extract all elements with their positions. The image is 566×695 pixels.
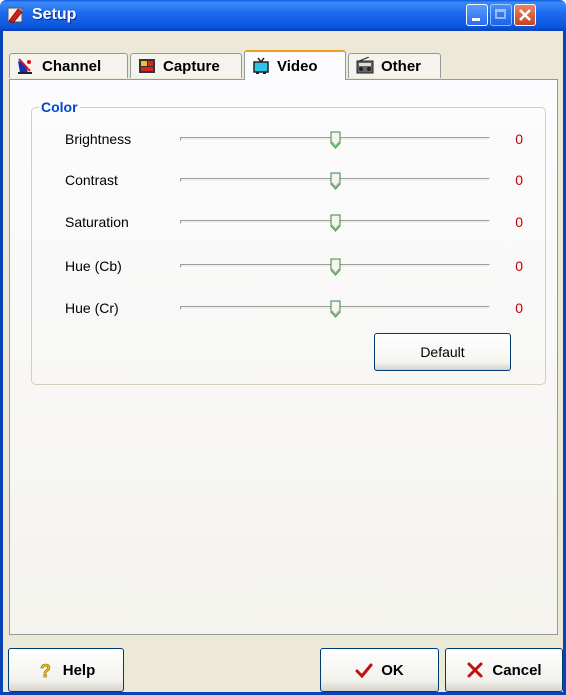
svg-text:?: ? xyxy=(40,661,51,679)
tab-other-label: Other xyxy=(381,57,422,75)
brightness-slider-thumb[interactable] xyxy=(330,131,341,149)
cancel-button[interactable]: Cancel xyxy=(445,648,563,692)
tab-capture-label: Capture xyxy=(163,57,220,75)
brightness-label: Brightness xyxy=(65,131,132,147)
tab-channel[interactable]: Channel xyxy=(9,53,128,78)
saturation-value: 0 xyxy=(515,214,523,230)
hue-cr-slider-thumb[interactable] xyxy=(330,300,341,318)
tab-channel-label: Channel xyxy=(42,57,102,75)
minimize-icon[interactable] xyxy=(466,4,488,26)
x-cross-icon xyxy=(466,661,484,679)
maximize-icon[interactable] xyxy=(490,4,512,26)
contrast-label: Contrast xyxy=(65,172,118,188)
checkmark-icon xyxy=(355,661,373,679)
hue-cb-label: Hue (Cb) xyxy=(65,258,122,274)
brightness-value: 0 xyxy=(515,131,523,147)
help-question-icon: ? xyxy=(37,661,55,682)
tab-video-label: Video xyxy=(277,57,318,75)
hue-cr-label: Hue (Cr) xyxy=(65,300,119,316)
close-icon[interactable] xyxy=(514,4,536,26)
contrast-slider-thumb[interactable] xyxy=(330,172,341,190)
saturation-slider-thumb[interactable] xyxy=(330,214,341,232)
color-group-title: Color xyxy=(39,99,80,115)
setup-app-icon xyxy=(6,5,26,25)
hue-cb-value: 0 xyxy=(515,258,523,274)
satellite-dish-icon xyxy=(16,57,36,75)
tv-icon xyxy=(251,57,271,75)
capture-card-icon xyxy=(137,57,157,75)
window-title: Setup xyxy=(32,6,77,23)
help-button-label: Help xyxy=(62,661,96,679)
saturation-label: Saturation xyxy=(65,214,129,230)
cancel-button-label: Cancel xyxy=(492,661,542,679)
title-bar[interactable]: Setup xyxy=(0,0,566,31)
ok-button[interactable]: OK xyxy=(320,648,439,692)
hue-cr-value: 0 xyxy=(515,300,523,316)
contrast-value: 0 xyxy=(515,172,523,188)
tab-other[interactable]: Other xyxy=(348,53,441,78)
help-button[interactable]: ? Help xyxy=(8,648,124,692)
tab-capture[interactable]: Capture xyxy=(130,53,242,78)
hue-cb-slider-thumb[interactable] xyxy=(330,258,341,276)
tab-video[interactable]: Video xyxy=(244,50,346,80)
ok-button-label: OK xyxy=(381,661,404,679)
default-button[interactable]: Default xyxy=(374,333,511,371)
radio-icon xyxy=(355,56,375,75)
